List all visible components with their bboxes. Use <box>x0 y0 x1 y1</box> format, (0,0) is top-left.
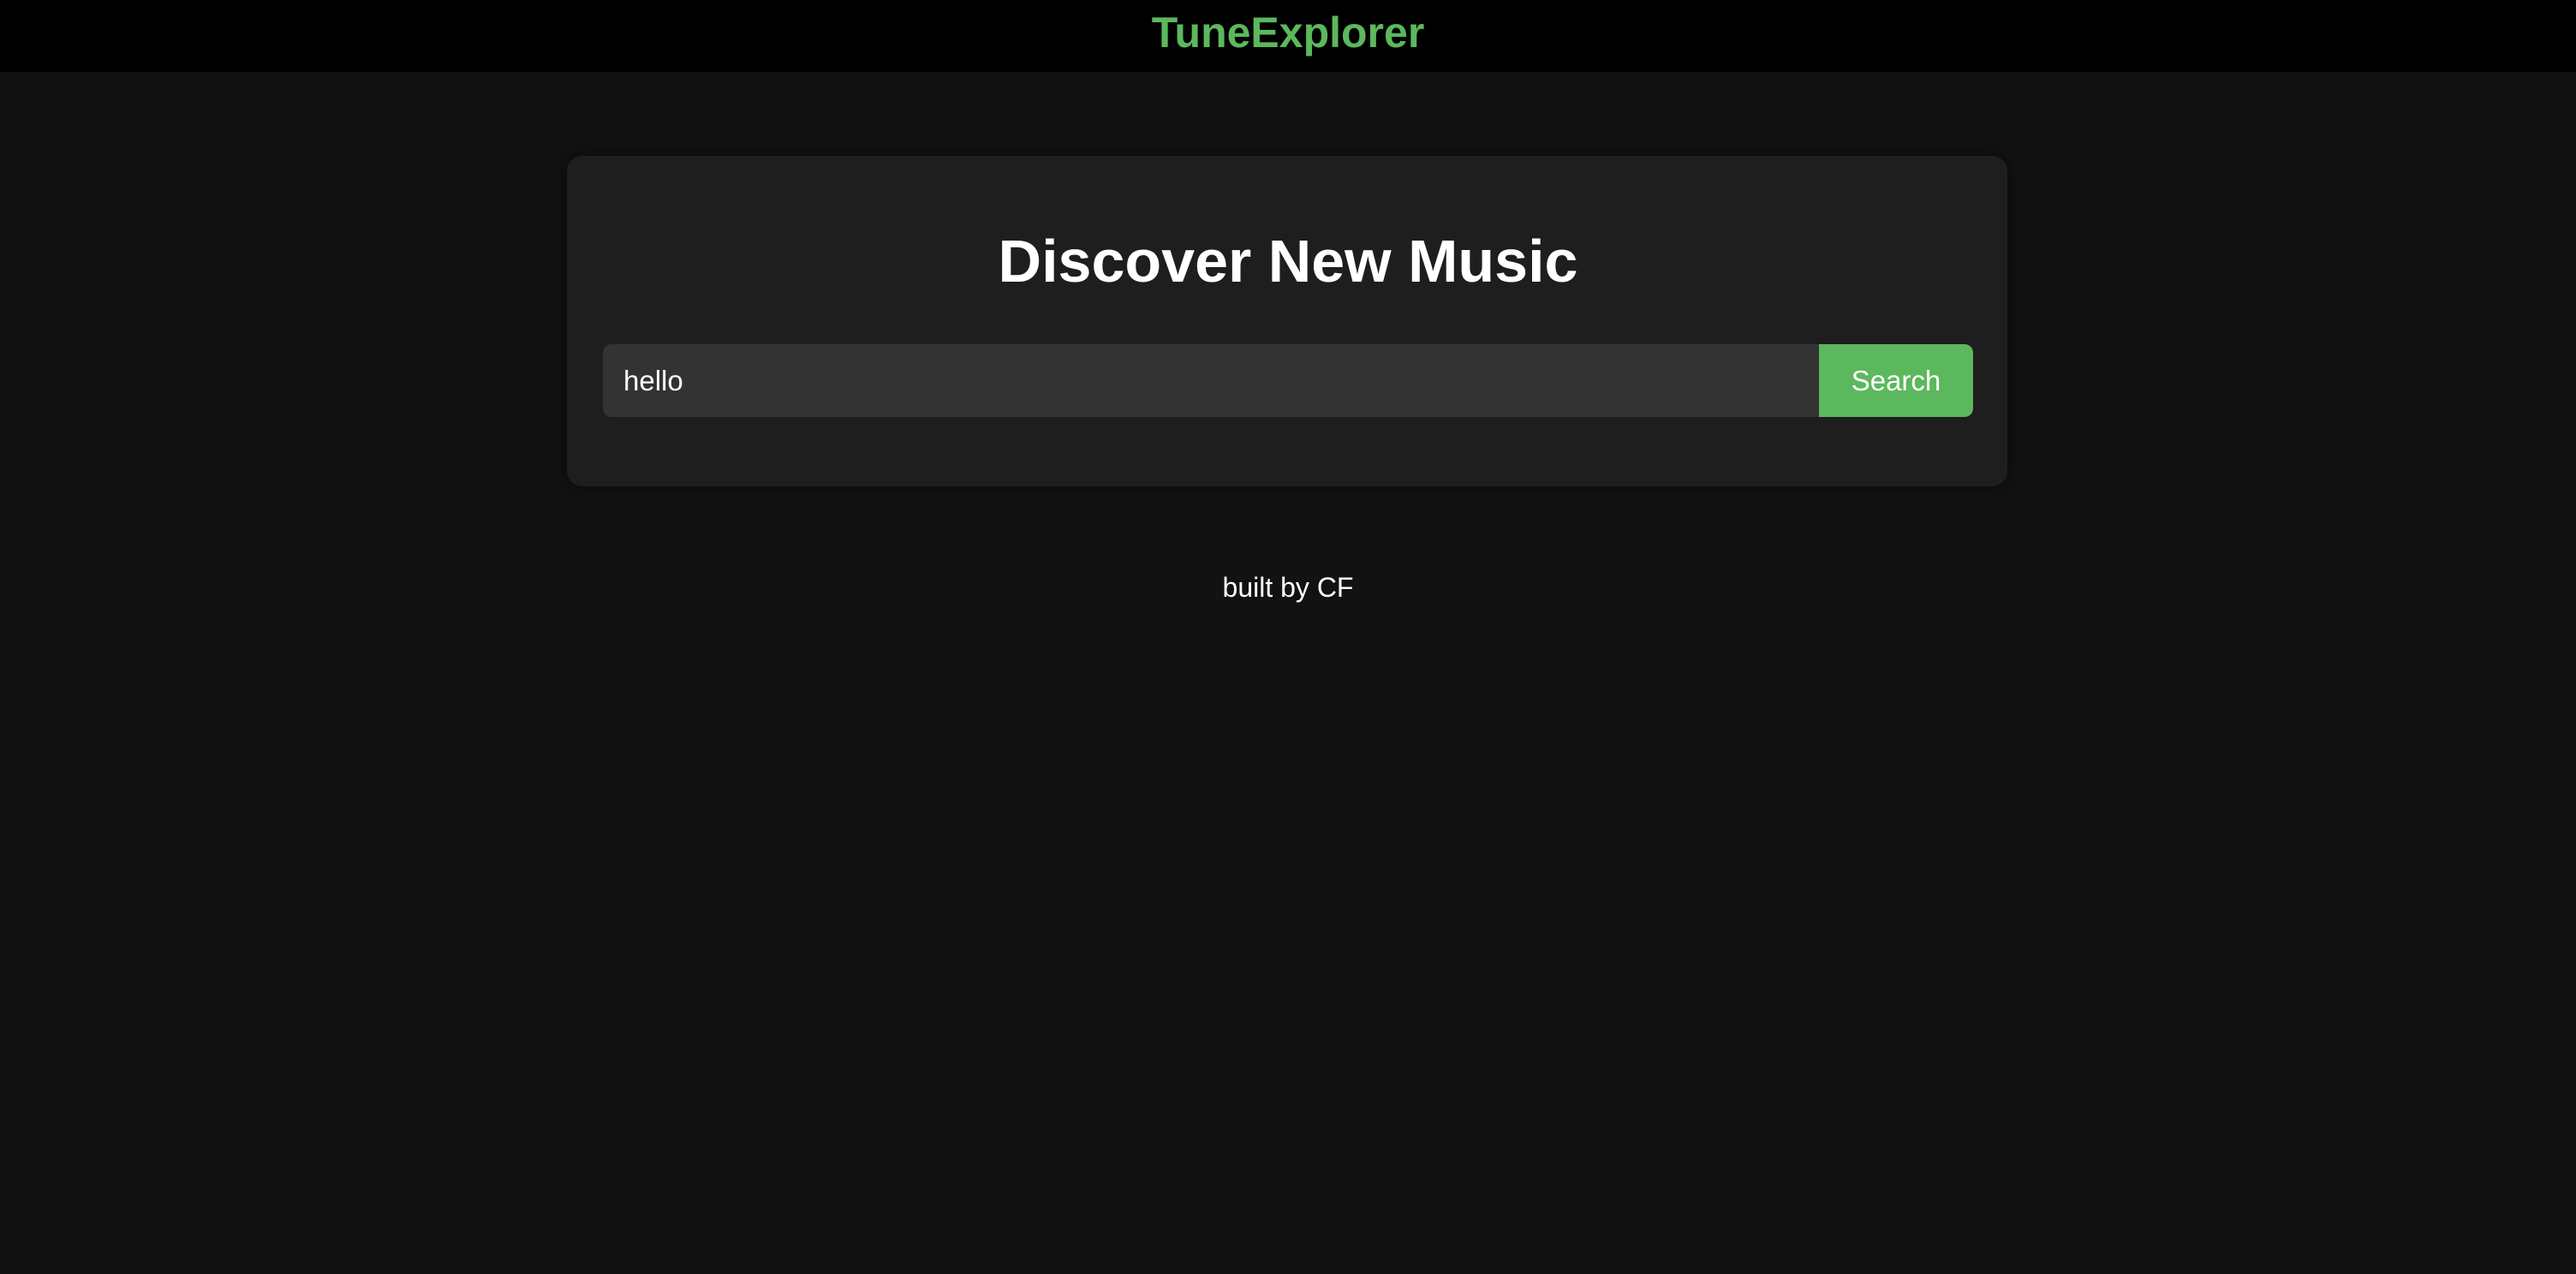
search-bar: Search <box>603 344 1973 417</box>
page-title: Discover New Music <box>998 228 1578 295</box>
search-card <box>567 156 2007 486</box>
search-button[interactable]: Search <box>1819 344 1973 417</box>
search-input[interactable] <box>603 344 1819 417</box>
brand-logo[interactable]: TuneExplorer <box>1152 5 1425 60</box>
top-bar: TuneExplorer <box>0 0 2576 72</box>
footer-credit: built by CF <box>1222 572 1354 603</box>
